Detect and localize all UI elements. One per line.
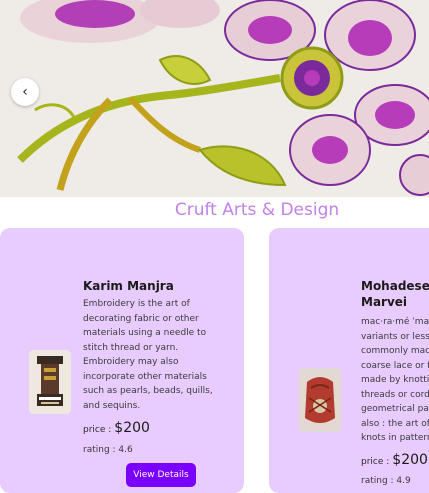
carousel-prev-button[interactable]: ‹ xyxy=(11,78,39,106)
description-line: threads or cord xyxy=(361,389,429,400)
price: price : $200 xyxy=(83,420,150,436)
description-line: variants or less xyxy=(361,331,429,342)
price-value: $200 xyxy=(392,452,428,468)
price-label: price : xyxy=(361,457,390,467)
artwork-description: Embroidery is the art of decorating fabr… xyxy=(83,299,213,411)
description-line: commonly mac xyxy=(361,346,429,356)
artist-card: Karim Manjra Embroidery is the art of de… xyxy=(0,228,244,493)
price-label: price : xyxy=(83,425,112,435)
artwork-description: mac·ra·mé ˈma- variants or less commonly… xyxy=(361,315,429,446)
embroidery-image xyxy=(0,0,429,197)
price-value: $200 xyxy=(114,420,150,436)
description-line: geometrical pat xyxy=(361,404,429,414)
section-title: Cruft Arts & Design xyxy=(174,200,340,220)
description-line: also : the art of xyxy=(361,418,429,429)
artist-name: Mohadese - Marvei xyxy=(361,279,429,309)
description-line: knots in pattern xyxy=(361,433,429,443)
rating: rating : 4.9 xyxy=(361,476,411,486)
description-line: made by knotti xyxy=(361,375,429,385)
rating: rating : 4.6 xyxy=(83,445,133,455)
artist-card: Mohadese - Marvei mac·ra·mé ˈma- variant… xyxy=(269,228,429,493)
embroidery-thumbnail-image xyxy=(29,350,71,414)
artist-name: Karim Manjra xyxy=(83,279,174,293)
description-line: coarse lace or f xyxy=(361,360,429,371)
artwork-thumbnail[interactable] xyxy=(299,368,341,432)
hero-banner: ‹ xyxy=(0,0,429,197)
macrame-thumbnail-image xyxy=(299,368,341,432)
artwork-thumbnail[interactable] xyxy=(29,350,71,414)
price: price : $200 xyxy=(361,452,428,468)
description-line: mac·ra·mé ˈma- xyxy=(361,317,429,327)
view-details-button[interactable]: View Details xyxy=(126,463,196,487)
